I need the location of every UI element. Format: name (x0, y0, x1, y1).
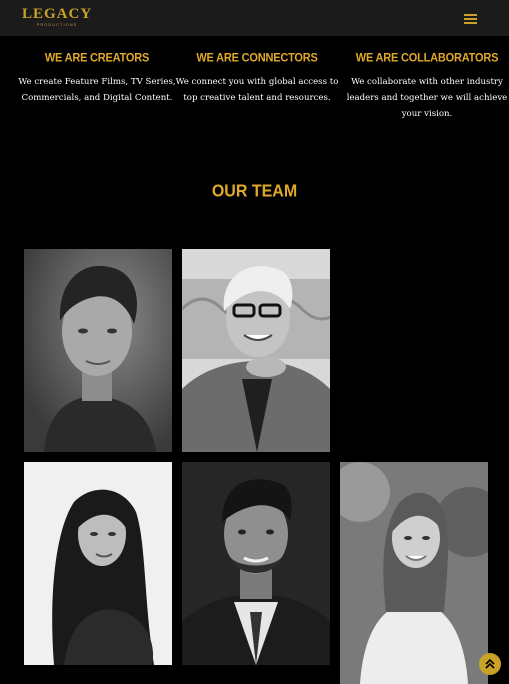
feature-title: WE ARE CREATORS (44, 51, 150, 65)
logo-text: LEGACY (22, 6, 93, 22)
feature-title: WE ARE COLLABORATORS (355, 51, 499, 65)
hamburger-menu-icon[interactable] (464, 14, 477, 25)
team-member-photo[interactable] (24, 249, 172, 452)
site-logo[interactable]: LEGACY PRODUCTIONS (22, 7, 92, 29)
feature-connectors: WE ARE CONNECTORS We connect you with gl… (172, 51, 342, 106)
feature-collaborators: WE ARE COLLABORATORS We collaborate with… (344, 51, 509, 122)
team-member-photo[interactable] (182, 462, 330, 665)
feature-text: We connect you with global access to top… (175, 77, 339, 103)
top-navbar: LEGACY PRODUCTIONS (0, 0, 509, 36)
double-chevron-up-icon[interactable] (479, 653, 501, 675)
team-member-photo[interactable] (24, 462, 172, 665)
team-member-photo[interactable] (340, 462, 488, 684)
feature-text: We collaborate with other industry leade… (346, 77, 508, 119)
section-title-our-team: OUR TEAM (211, 182, 298, 201)
team-member-photo[interactable] (182, 249, 330, 452)
feature-text: We create Feature Films, TV Series, Comm… (18, 77, 176, 103)
feature-title: WE ARE CONNECTORS (196, 51, 318, 65)
feature-creators: WE ARE CREATORS We create Feature Films,… (12, 51, 182, 106)
logo-subtext: PRODUCTIONS (36, 22, 78, 27)
